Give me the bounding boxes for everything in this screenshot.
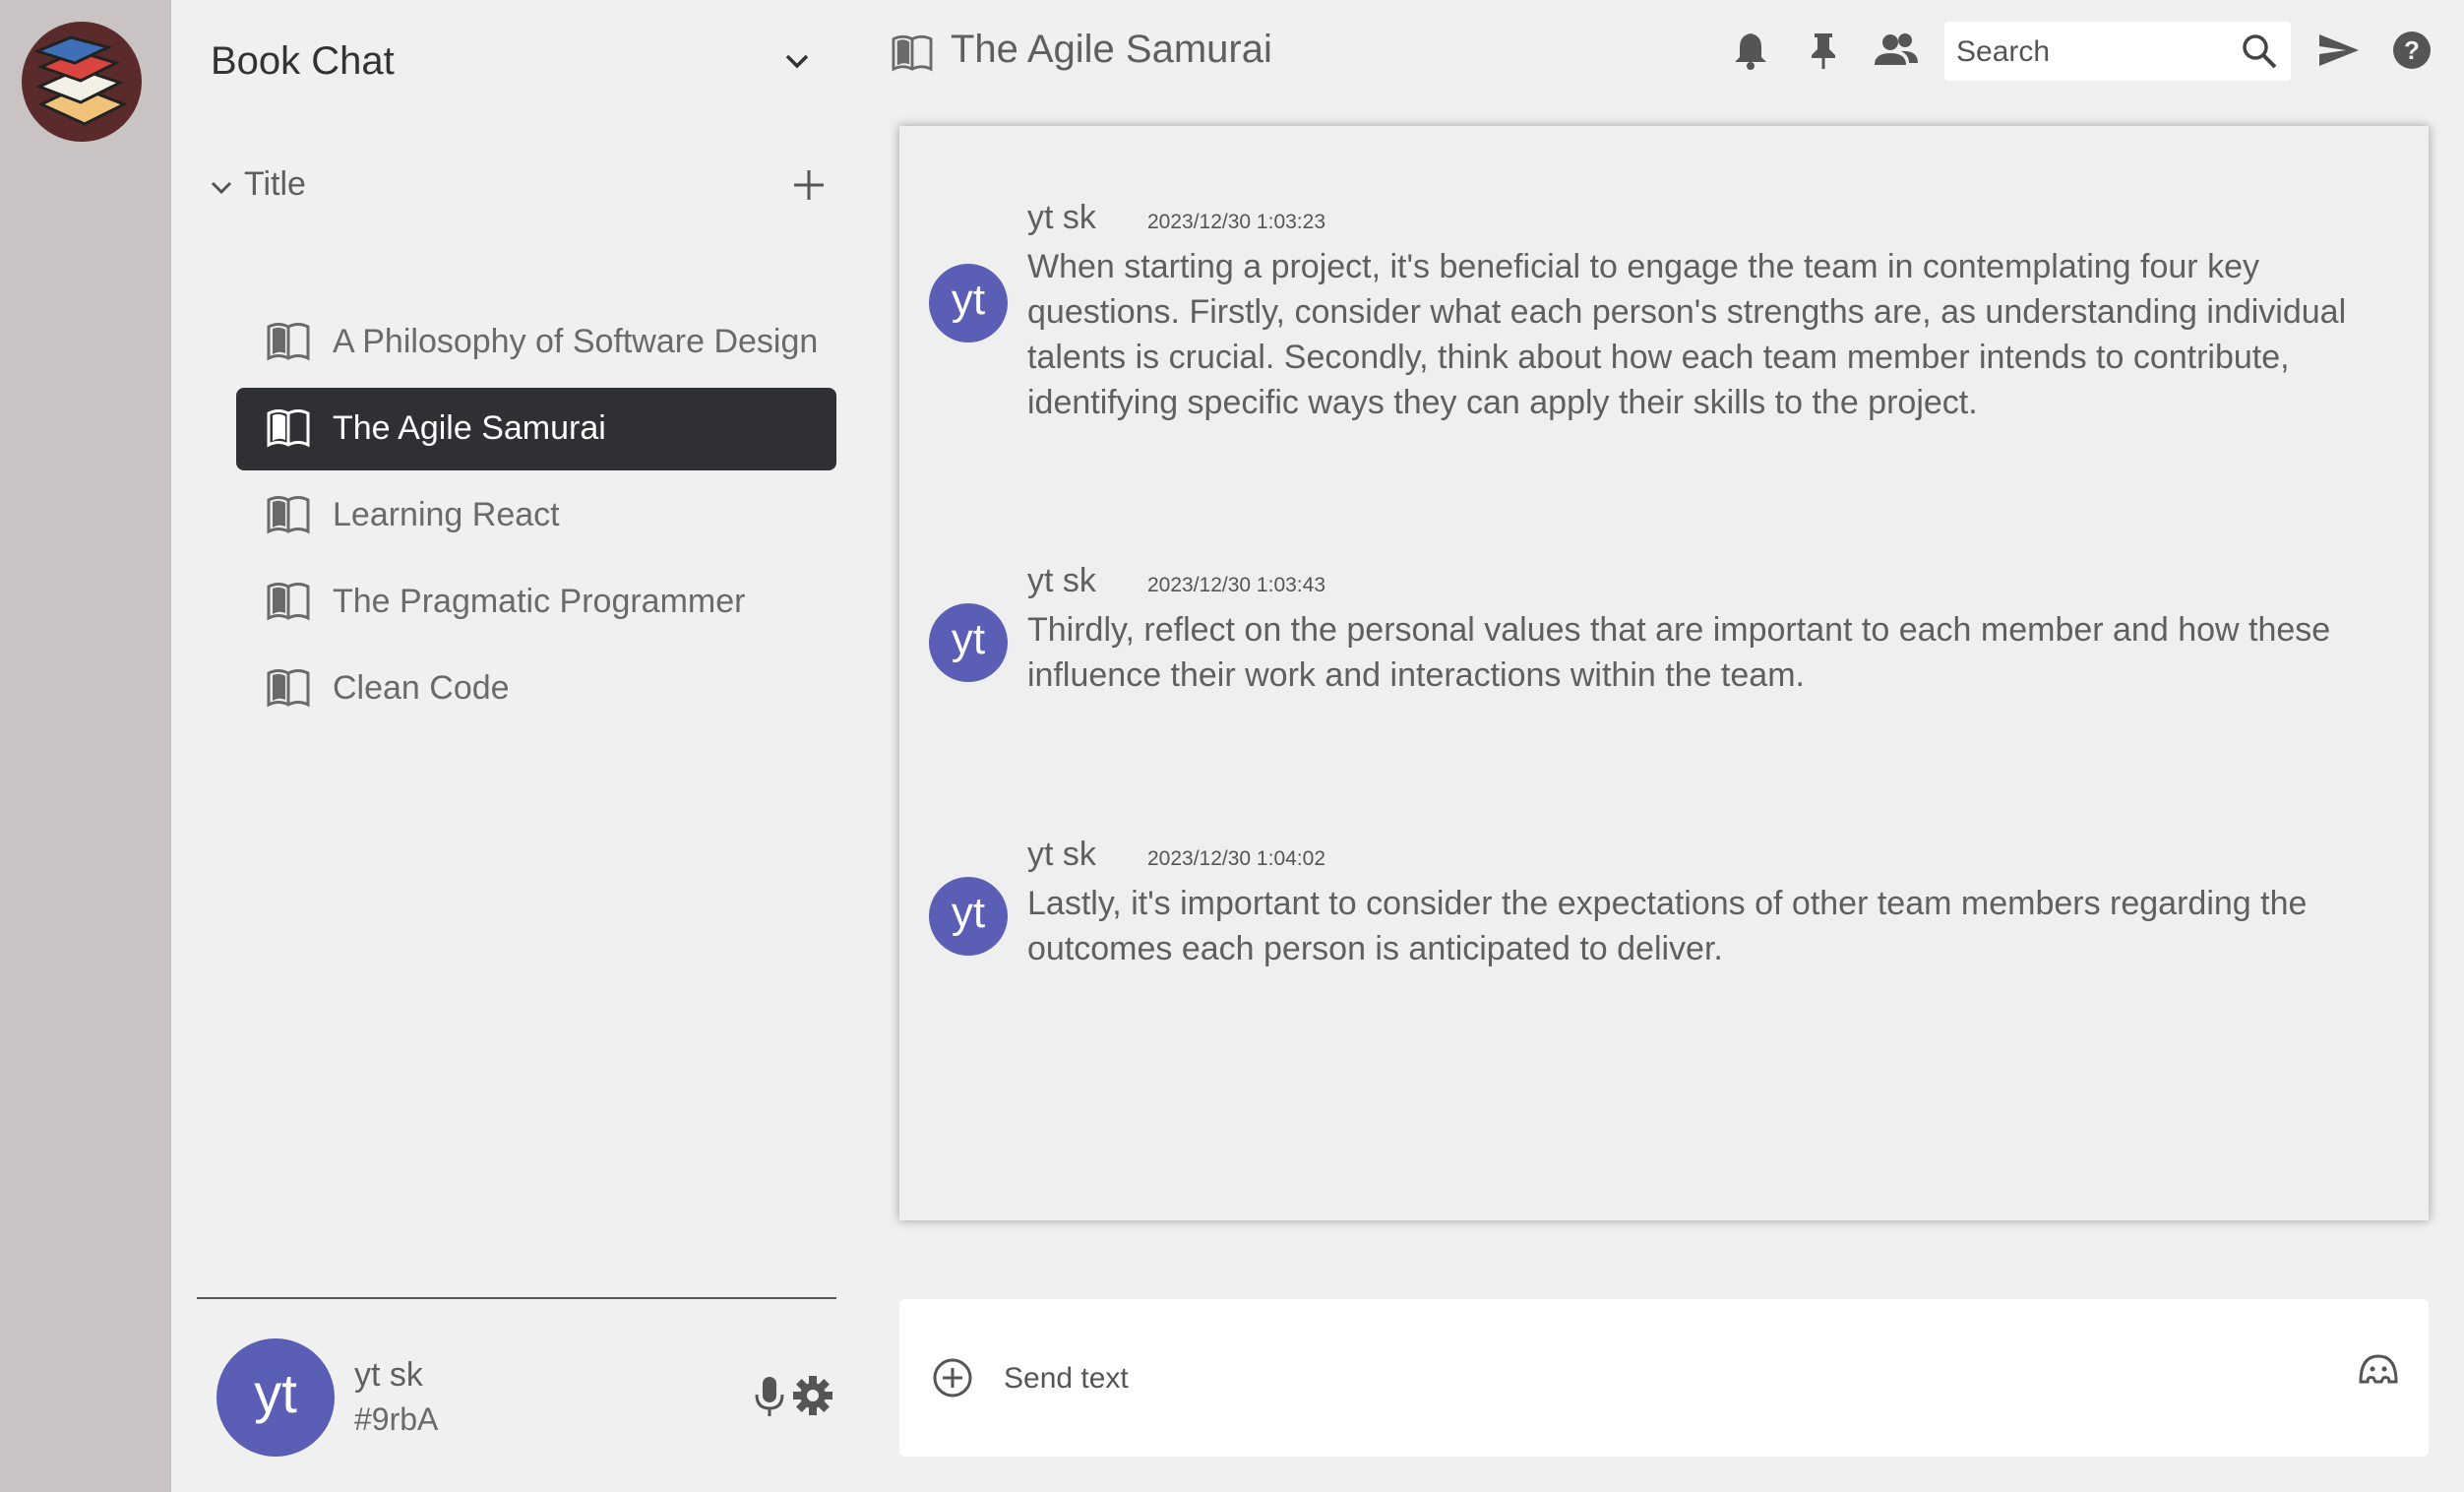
channel-item[interactable]: Learning React [236,474,836,557]
divider [197,1297,836,1299]
channel-name: The Pragmatic Programmer [333,583,746,620]
add-attachment-plus-circle-icon[interactable] [931,1356,974,1399]
message-item: yt yt sk 2023/12/30 1:03:23 When startin… [929,199,2385,435]
channel-name: The Agile Samurai [333,409,606,447]
channel-name: A Philosophy of Software Design [333,323,819,360]
message-list: yt yt sk 2023/12/30 1:03:23 When startin… [899,126,2429,1220]
chevron-down-icon[interactable] [207,173,236,203]
message-text: When starting a project, it's beneficial… [1027,248,2347,421]
message-input[interactable] [1002,1352,2265,1405]
message-item: yt yt sk 2023/12/30 1:04:02 Lastly, it's… [929,836,2385,993]
gear-icon[interactable] [791,1374,834,1417]
book-open-icon [890,33,935,73]
category-label[interactable]: Title [244,165,306,204]
message-avatar[interactable]: yt [929,877,1008,956]
svg-text:?: ? [2404,35,2420,65]
message-avatar[interactable]: yt [929,264,1008,342]
channel-title: The Agile Samurai [951,28,1272,71]
message-timestamp: 2023/12/30 1:03:43 [1147,574,1326,596]
channel-item[interactable]: The Pragmatic Programmer [236,561,836,644]
help-icon[interactable]: ? [2391,30,2433,71]
message-text: Thirdly, reflect on the personal values … [1027,611,2331,694]
channel-item[interactable]: Clean Code [236,648,836,730]
bell-icon[interactable] [1730,30,1771,71]
pin-icon[interactable] [1803,30,1844,71]
server-name[interactable]: Book Chat [211,39,395,84]
message-item: yt yt sk 2023/12/30 1:03:43 Thirdly, ref… [929,562,2385,719]
search-input[interactable] [1954,30,2224,75]
book-open-icon [266,667,311,709]
chevron-down-icon[interactable] [779,43,815,79]
search-box[interactable] [1944,22,2291,81]
main-area: The Agile Samurai ? yt yt sk 2023/12/30 … [860,0,2464,1492]
message-author[interactable]: yt sk [1027,199,1096,237]
book-open-icon [266,321,311,362]
message-author[interactable]: yt sk [1027,836,1096,874]
channel-item[interactable]: A Philosophy of Software Design [236,301,836,384]
channel-name: Learning React [333,496,560,533]
user-tag: #9rbA [354,1401,439,1437]
channel-item-active[interactable]: The Agile Samurai [236,388,836,470]
message-timestamp: 2023/12/30 1:04:02 [1147,847,1326,870]
message-composer [899,1299,2429,1457]
book-open-icon [266,494,311,535]
channel-list: A Philosophy of Software Design The Agil… [236,301,836,734]
user-name: yt sk [354,1356,423,1394]
message-text: Lastly, it's important to consider the e… [1027,885,2308,967]
send-icon[interactable] [2316,30,2362,71]
message-avatar[interactable]: yt [929,603,1008,682]
members-icon[interactable] [1872,30,1921,71]
user-avatar[interactable]: yt [216,1338,335,1457]
search-icon[interactable] [2240,31,2279,71]
emoji-face-icon[interactable] [2356,1350,2401,1396]
book-open-icon [266,581,311,622]
channel-name: Clean Code [333,669,510,707]
channel-sidebar: Book Chat Title A Philosophy of Software… [171,0,860,1492]
book-open-icon [266,407,311,449]
server-rail [0,0,171,1492]
server-logo-books-icon[interactable] [22,22,142,142]
message-author[interactable]: yt sk [1027,562,1096,600]
add-channel-plus-icon[interactable] [789,165,829,205]
message-timestamp: 2023/12/30 1:03:23 [1147,211,1326,233]
microphone-icon[interactable] [750,1374,789,1419]
